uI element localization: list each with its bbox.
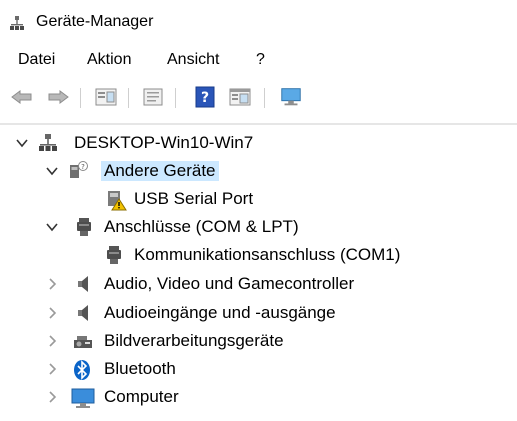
node-label: USB Serial Port	[134, 189, 254, 208]
menu-datei[interactable]: Datei	[18, 51, 55, 69]
device-tree: DESKTOP-Win10-Win7 ? Andere Geräte USB S…	[0, 128, 517, 421]
chevron-right-icon[interactable]	[45, 334, 59, 348]
update-driver-icon[interactable]	[141, 86, 165, 108]
tree-node-andere-geraete[interactable]: ? Andere Geräte	[0, 158, 517, 186]
menu-ansicht[interactable]: Ansicht	[167, 51, 219, 69]
toolbar-separator	[128, 88, 129, 108]
bluetooth-icon	[72, 359, 92, 380]
toolbar-separator	[264, 88, 265, 108]
menu-bar: Datei Aktion Ansicht ?	[0, 42, 517, 76]
properties-icon[interactable]	[94, 86, 118, 108]
tree-node-bluetooth[interactable]: Bluetooth	[0, 356, 517, 384]
svg-text:?: ?	[81, 163, 85, 171]
tree-node-audio-io[interactable]: Audioeingänge und -ausgänge	[0, 300, 517, 328]
title-bar: Geräte-Manager	[0, 0, 517, 42]
node-label: Computer	[104, 387, 179, 406]
speaker-icon	[74, 274, 94, 294]
back-arrow-icon[interactable]	[10, 86, 34, 108]
toolbar-separator	[80, 88, 81, 108]
chevron-down-icon[interactable]	[45, 164, 59, 178]
port-icon	[104, 245, 124, 265]
node-label: Audio, Video und Gamecontroller	[104, 274, 355, 293]
camera-icon	[72, 331, 92, 351]
svg-text:?: ?	[201, 90, 209, 106]
chevron-right-icon[interactable]	[45, 277, 59, 291]
node-label: Andere Geräte	[101, 161, 219, 181]
node-label: Anschlüsse (COM & LPT)	[104, 217, 299, 236]
computer-network-icon	[38, 133, 58, 153]
node-label: Kommunikationsanschluss (COM1)	[134, 245, 401, 264]
node-label: Bluetooth	[104, 359, 176, 378]
unknown-device-icon: ?	[68, 161, 88, 181]
toolbar: ?	[0, 78, 517, 118]
tree-root[interactable]: DESKTOP-Win10-Win7	[0, 130, 517, 158]
details-view-icon[interactable]	[228, 86, 252, 108]
scan-hardware-icon[interactable]	[279, 86, 303, 108]
forward-arrow-icon[interactable]	[46, 86, 70, 108]
tree-node-imaging[interactable]: Bildverarbeitungsgeräte	[0, 328, 517, 356]
tree-node-computer[interactable]: Computer	[0, 384, 517, 412]
tree-node-audio-video[interactable]: Audio, Video und Gamecontroller	[0, 271, 517, 299]
monitor-icon	[70, 387, 95, 408]
menu-help[interactable]: ?	[256, 51, 265, 69]
root-label: DESKTOP-Win10-Win7	[74, 133, 254, 152]
node-label: Bildverarbeitungsgeräte	[104, 331, 284, 350]
tree-node-usb-serial-port[interactable]: USB Serial Port	[0, 186, 517, 214]
chevron-down-icon[interactable]	[15, 136, 29, 150]
tree-node-com1[interactable]: Kommunikationsanschluss (COM1)	[0, 242, 517, 270]
port-icon	[74, 217, 94, 237]
chevron-right-icon[interactable]	[45, 362, 59, 376]
chevron-down-icon[interactable]	[45, 220, 59, 234]
warning-device-icon	[105, 189, 127, 211]
chevron-right-icon[interactable]	[45, 390, 59, 404]
chevron-right-icon[interactable]	[45, 306, 59, 320]
device-manager-icon	[9, 15, 25, 31]
window-title: Geräte-Manager	[36, 13, 154, 30]
toolbar-separator	[175, 88, 176, 108]
toolbar-divider	[0, 123, 517, 125]
node-label: Audioeingänge und -ausgänge	[104, 303, 336, 322]
help-icon[interactable]: ?	[193, 86, 217, 108]
speaker-icon	[74, 303, 94, 323]
menu-aktion[interactable]: Aktion	[87, 51, 131, 69]
tree-node-anschluesse[interactable]: Anschlüsse (COM & LPT)	[0, 214, 517, 242]
